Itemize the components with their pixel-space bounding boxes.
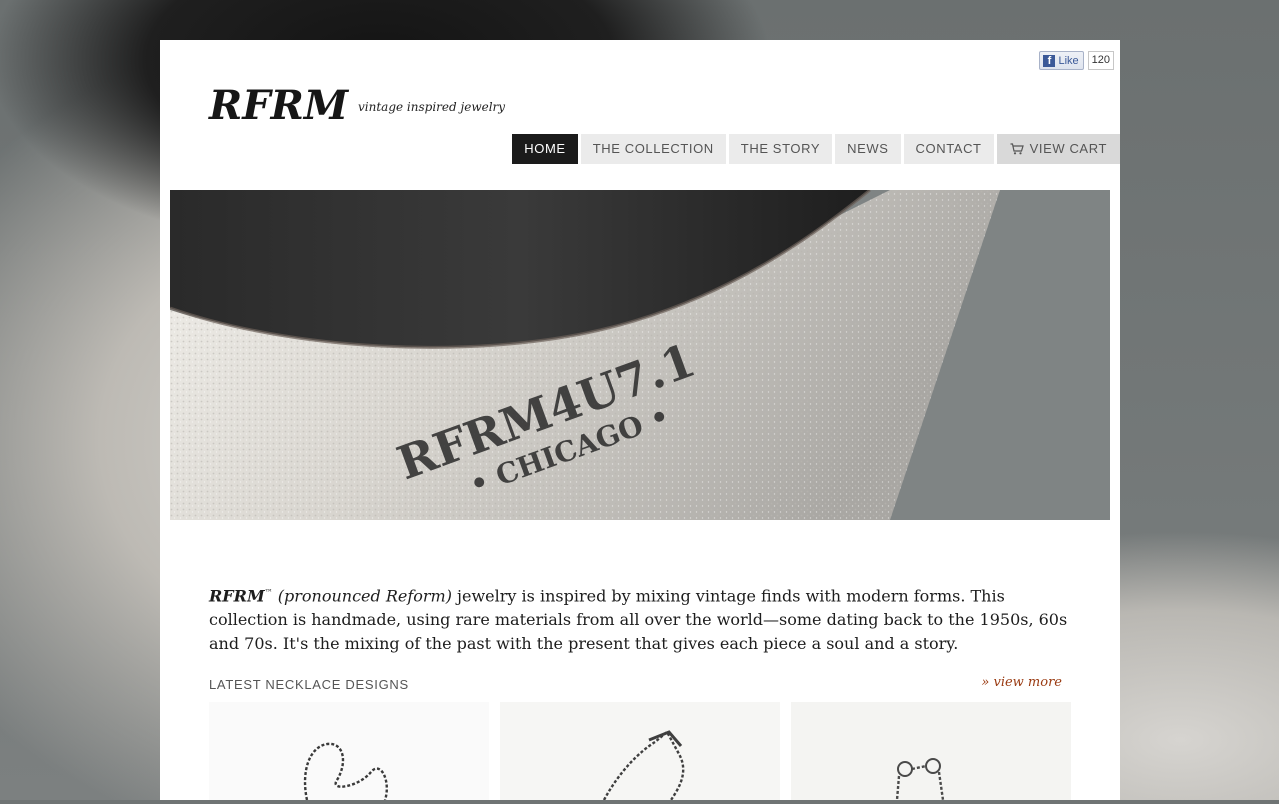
latest-designs-heading: LATEST NECKLACE DESIGNS [209,677,409,692]
cart-icon [1010,143,1024,155]
necklace-thumbnail[interactable] [500,702,780,801]
facebook-like-widget[interactable]: f Like 120 [1039,51,1114,70]
hero-image: RFRM4U7.1 • CHICAGO • [170,190,1110,520]
facebook-like-button[interactable]: f Like [1039,51,1084,70]
like-label: Like [1058,54,1079,67]
trademark: ™ [264,588,273,597]
intro-pronunciation: (pronounced Reform) [277,586,452,606]
intro-paragraph: RFRM™ (pronounced Reform) jewelry is ins… [209,581,1069,656]
nav-news-label: NEWS [847,141,889,156]
nav-contact-label: CONTACT [915,141,982,156]
facebook-icon: f [1043,54,1056,67]
necklace-thumbnail[interactable] [209,702,489,801]
hero-photo: RFRM4U7.1 • CHICAGO • [170,190,1110,520]
intro-brand: RFRM [209,586,265,606]
nav-home[interactable]: HOME [512,134,578,164]
view-more-link[interactable]: » view more [981,675,1062,690]
nav-news[interactable]: NEWS [835,134,901,164]
nav-view-cart[interactable]: VIEW CART [996,134,1120,164]
nav-view-cart-label: VIEW CART [1029,141,1107,156]
site-logo[interactable]: RFRM [209,82,348,129]
like-count: 120 [1087,51,1114,70]
nav-contact[interactable]: CONTACT [903,134,994,164]
page-container: f Like 120 RFRM vintage inspired jewelry… [160,40,1120,801]
main-nav: HOME THE COLLECTION THE STORY NEWS CONTA… [512,134,1120,164]
necklace-thumbnail[interactable] [791,702,1071,801]
nav-home-label: HOME [524,141,566,156]
site-tagline: vintage inspired jewelry [358,100,506,114]
nav-the-collection-label: THE COLLECTION [592,141,714,156]
nav-the-collection[interactable]: THE COLLECTION [580,134,726,164]
nav-the-story-label: THE STORY [740,141,821,156]
nav-the-story[interactable]: THE STORY [728,134,833,164]
latest-designs-thumbnails [209,702,1071,801]
